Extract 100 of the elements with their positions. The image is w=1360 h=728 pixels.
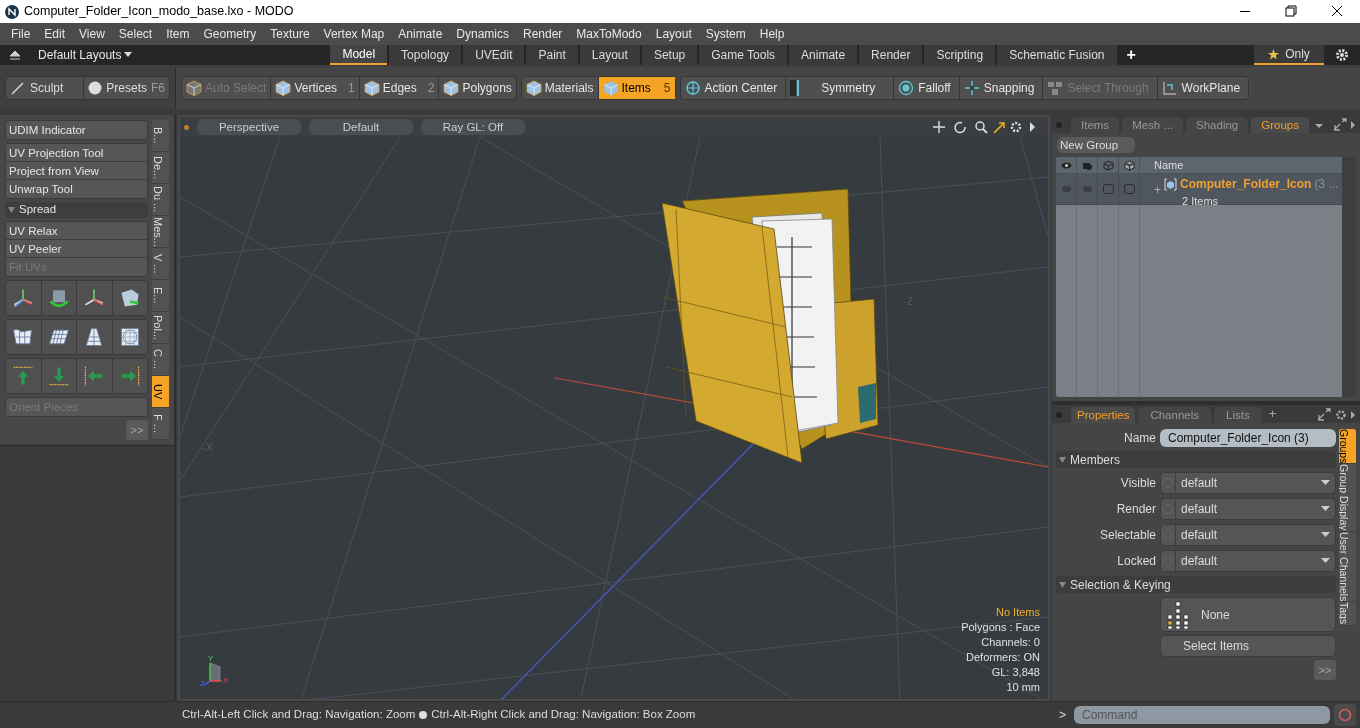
layout-tab[interactable]: Schematic Fusion bbox=[997, 45, 1117, 65]
menu-item[interactable]: Texture bbox=[263, 25, 317, 43]
panel-tab[interactable]: Groups bbox=[1251, 117, 1309, 133]
layout-tab[interactable]: Game Tools bbox=[699, 45, 788, 65]
panel-tab[interactable]: Lists bbox=[1214, 407, 1262, 423]
menu-item[interactable]: Select bbox=[111, 25, 160, 43]
dropdown-field[interactable]: default bbox=[1160, 498, 1336, 520]
add-tab-button[interactable]: + bbox=[1268, 403, 1277, 423]
side-tab[interactable]: Pol... bbox=[152, 312, 169, 344]
layout-tab[interactable]: Layout bbox=[579, 45, 640, 65]
menu-item[interactable]: Animate bbox=[391, 25, 450, 43]
name-field[interactable]: Computer_Folder_Icon (3) bbox=[1160, 429, 1336, 447]
side-tab[interactable]: E... bbox=[152, 280, 169, 312]
camera-toggle-icon[interactable] bbox=[1082, 186, 1092, 192]
layout-tab[interactable]: Paint bbox=[526, 45, 578, 65]
tool-button[interactable]: Action Center bbox=[680, 77, 787, 99]
layout-tab[interactable]: Render bbox=[859, 45, 923, 65]
eye-toggle-icon[interactable] bbox=[1061, 186, 1071, 192]
selection-mode-button[interactable]: Edges 2 bbox=[359, 77, 440, 99]
tool-button[interactable] bbox=[6, 281, 42, 315]
group-row[interactable]: + Computer_Folder_Icon (3 ... 2 Items bbox=[1056, 174, 1342, 205]
menu-item[interactable]: Geometry bbox=[196, 25, 264, 43]
tool-list-item[interactable]: Unwrap Tool bbox=[6, 181, 147, 198]
layout-dropdown[interactable]: Default Layouts bbox=[38, 46, 133, 64]
bar-icon bbox=[790, 80, 800, 96]
dropdown-field[interactable]: default bbox=[1160, 550, 1336, 572]
menu-item[interactable]: Render bbox=[516, 25, 570, 43]
favorites-only-button[interactable]: Only bbox=[1254, 45, 1324, 65]
layout-tab[interactable]: Setup bbox=[641, 45, 698, 65]
side-tab[interactable]: F ... bbox=[152, 408, 169, 440]
menu-item[interactable]: View bbox=[72, 25, 112, 43]
tool-button[interactable] bbox=[6, 320, 42, 354]
side-tab[interactable]: Du ... bbox=[152, 184, 169, 216]
menu-item[interactable]: Item bbox=[159, 25, 197, 43]
viewport-option-button[interactable]: Perspective bbox=[197, 119, 301, 135]
toggle-checkbox[interactable] bbox=[1102, 184, 1114, 194]
collapse-icon[interactable] bbox=[8, 48, 22, 62]
none-button[interactable]: None bbox=[1160, 597, 1336, 632]
side-tab[interactable]: V ... bbox=[152, 248, 169, 280]
record-button[interactable] bbox=[1334, 704, 1356, 726]
settings-icon[interactable] bbox=[1335, 48, 1349, 62]
menu-item[interactable]: MaxToModo bbox=[569, 25, 649, 43]
item-mode-button[interactable]: Materials bbox=[521, 77, 599, 99]
panel-tab[interactable]: Channels bbox=[1138, 407, 1211, 423]
tool-button[interactable]: Snapping bbox=[959, 77, 1044, 99]
expand-icon[interactable] bbox=[1332, 118, 1356, 132]
tool-button[interactable]: Symmetry bbox=[786, 77, 895, 99]
side-tab[interactable]: Mes... bbox=[152, 216, 169, 248]
panel-tab[interactable]: Shading bbox=[1186, 117, 1249, 133]
add-tab-button[interactable]: + bbox=[1118, 43, 1144, 67]
side-tab[interactable]: B... bbox=[152, 120, 169, 152]
caret-icon bbox=[1321, 532, 1330, 538]
layout-tab[interactable]: Model bbox=[330, 45, 388, 65]
panel-tab[interactable]: Properties bbox=[1071, 407, 1136, 423]
panel-tab[interactable]: Mesh ... bbox=[1122, 117, 1184, 133]
toggle-checkbox[interactable] bbox=[1123, 184, 1135, 194]
tool-button[interactable]: WorkPlane bbox=[1157, 77, 1249, 99]
column-header[interactable]: Name bbox=[1140, 157, 1184, 174]
cube-icon bbox=[602, 80, 619, 96]
viewport-controls-icon[interactable] bbox=[932, 120, 1036, 134]
menu-item[interactable]: File bbox=[4, 25, 38, 43]
corner-icon bbox=[1161, 80, 1178, 96]
menu-item[interactable]: Vertex Map bbox=[316, 25, 392, 43]
tool-list-item[interactable]: Project from View bbox=[6, 163, 147, 180]
layout-tab[interactable]: Scripting bbox=[924, 45, 996, 65]
command-field[interactable]: Command bbox=[1074, 706, 1330, 724]
tool-list-item[interactable]: UV Peeler bbox=[6, 241, 147, 258]
tool-list-item[interactable]: UDIM Indicator bbox=[6, 122, 147, 139]
presets-button[interactable]: Presets F6 bbox=[84, 77, 169, 99]
tool-list-item[interactable]: UV Relax bbox=[6, 223, 147, 240]
menu-item[interactable]: Layout bbox=[648, 25, 699, 43]
side-tab[interactable]: De... bbox=[152, 152, 169, 184]
viewport-option-button[interactable]: Ray GL: Off bbox=[421, 119, 525, 135]
side-tab[interactable]: UV bbox=[152, 376, 169, 408]
crosshair-icon bbox=[684, 80, 701, 96]
layout-tab[interactable]: Topology bbox=[389, 45, 462, 65]
layout-tab[interactable]: UVEdit bbox=[463, 45, 525, 65]
expand-toggle[interactable]: + bbox=[1154, 181, 1161, 199]
menu-item[interactable]: Help bbox=[752, 25, 792, 43]
dropdown-field[interactable]: default bbox=[1160, 472, 1336, 494]
selection-mode-button[interactable]: Polygons bbox=[439, 77, 516, 99]
panel-tab[interactable]: Items bbox=[1071, 117, 1120, 133]
item-mode-button[interactable]: Items 5 bbox=[598, 77, 675, 99]
menu-item[interactable]: Edit bbox=[37, 25, 73, 43]
new-group-button[interactable]: New Group bbox=[1057, 137, 1135, 153]
menu-item[interactable]: System bbox=[698, 25, 753, 43]
layout-tab[interactable]: Animate bbox=[789, 45, 858, 65]
section-header[interactable]: Spread bbox=[5, 202, 148, 218]
scrollbar-track[interactable] bbox=[1342, 157, 1356, 397]
expand-icon[interactable] bbox=[1316, 408, 1356, 422]
viewport-option-button[interactable]: Default bbox=[309, 119, 413, 135]
select-items-button[interactable]: Select Items bbox=[1160, 635, 1336, 657]
field-label: Name bbox=[1123, 430, 1156, 447]
menu-item[interactable]: Dynamics bbox=[449, 25, 516, 43]
sculpt-button[interactable]: Sculpt bbox=[6, 77, 85, 99]
selection-mode-button[interactable]: Vertices 1 bbox=[271, 77, 360, 99]
dropdown-field[interactable]: default bbox=[1160, 524, 1336, 546]
tool-list-item[interactable]: UV Projection Tool bbox=[6, 145, 147, 162]
shortcut-label: 1 bbox=[348, 80, 355, 97]
tool-button[interactable]: Falloff bbox=[894, 77, 960, 99]
